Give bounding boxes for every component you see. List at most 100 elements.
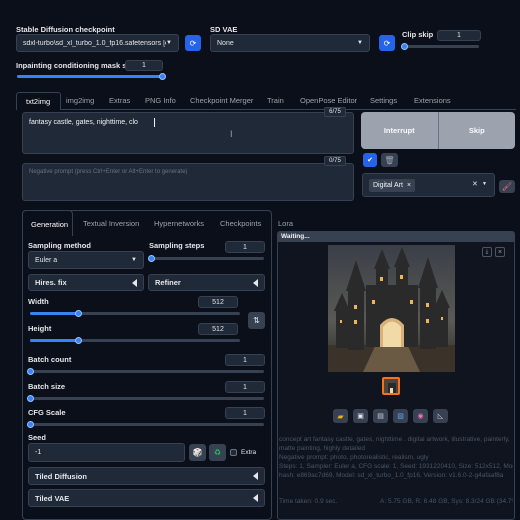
prompt-text: fantasy castle, gates, nighttime, clo xyxy=(29,119,138,126)
tab-png-info[interactable]: PNG Info xyxy=(145,96,176,105)
tab-checkpoint-merger[interactable]: Checkpoint Merger xyxy=(190,96,253,105)
expand-triangle-icon xyxy=(253,494,258,502)
mask-strength-input[interactable]: 1 xyxy=(125,60,163,71)
sampling-method-dropdown[interactable]: Euler a ▼ xyxy=(28,251,144,269)
send-to-extras-button[interactable]: ◺ xyxy=(433,409,448,423)
send-to-img2img-button[interactable]: ▧ xyxy=(393,409,408,423)
chevron-down-icon: ▼ xyxy=(131,257,137,263)
prompt-textarea[interactable]: fantasy castle, gates, nighttime, clo I xyxy=(22,112,354,154)
subtab-hypernetworks[interactable]: Hypernetworks xyxy=(154,219,204,228)
sampling-steps-input[interactable]: 1 xyxy=(225,241,265,253)
height-slider[interactable] xyxy=(30,337,240,344)
extra-checkbox[interactable] xyxy=(230,449,237,456)
info-prompt: concept art fantasy castle, gates, night… xyxy=(279,436,510,452)
tiled-diffusion-section[interactable]: Tiled Diffusion xyxy=(28,467,265,485)
batch-count-slider[interactable] xyxy=(27,368,264,375)
time-taken: Time taken: 0.9 sec. xyxy=(279,498,338,505)
subtab-lora[interactable]: Lora xyxy=(278,219,293,228)
tab-txt2img[interactable]: txt2img xyxy=(16,92,61,110)
tab-extras[interactable]: Extras xyxy=(109,96,130,105)
clip-skip-input[interactable]: 1 xyxy=(437,30,481,41)
tiled-diffusion-label: Tiled Diffusion xyxy=(35,471,87,481)
generated-image[interactable] xyxy=(328,245,455,372)
swap-dimensions-button[interactable]: ⇅ xyxy=(248,312,265,329)
expand-triangle-icon xyxy=(132,278,137,287)
download-icon[interactable]: ⤓ xyxy=(482,247,492,257)
batch-count-input[interactable]: 1 xyxy=(225,354,265,366)
vae-label: SD VAE xyxy=(210,25,238,34)
reuse-seed-button[interactable]: ♻ xyxy=(209,444,226,461)
slider-knob[interactable] xyxy=(401,43,408,50)
send-to-inpaint-button[interactable]: ◉ xyxy=(413,409,428,423)
negative-prompt-textarea[interactable]: Negative prompt (press Ctrl+Enter or Alt… xyxy=(22,163,354,201)
expand-triangle-icon xyxy=(253,472,258,480)
save-icon: ▣ xyxy=(357,413,364,420)
refresh-checkpoint-button[interactable]: ⟳ xyxy=(185,35,201,51)
seed-label: Seed xyxy=(28,433,46,442)
edit-styles-button[interactable]: 🖌 xyxy=(499,180,515,193)
status-text: Waiting... xyxy=(281,233,310,240)
ruler-icon: ◺ xyxy=(437,413,444,420)
height-input[interactable]: 512 xyxy=(198,323,238,335)
open-folder-button[interactable]: ▰ xyxy=(333,409,348,423)
batch-size-slider[interactable] xyxy=(27,395,264,402)
sampling-steps-slider[interactable] xyxy=(148,255,264,262)
cfg-scale-input[interactable]: 1 xyxy=(225,407,265,419)
chevron-down-icon: ▼ xyxy=(166,40,172,46)
cfg-scale-slider[interactable] xyxy=(27,421,264,428)
random-seed-button[interactable]: 🎲 xyxy=(189,444,206,461)
dice-icon: 🎲 xyxy=(192,448,203,457)
extra-label: Extra xyxy=(241,449,257,456)
check-icon: ✔ xyxy=(367,157,373,164)
width-input[interactable]: 512 xyxy=(198,296,238,308)
style-tag-label: Digital Art xyxy=(373,182,403,189)
subtab-checkpoints[interactable]: Checkpoints xyxy=(220,219,261,228)
checkpoint-dropdown[interactable]: sdxl-turbo\sd_xl_turbo_1.0_fp16.safetens… xyxy=(16,34,179,52)
tab-extensions[interactable]: Extensions xyxy=(414,96,451,105)
batch-size-input[interactable]: 1 xyxy=(225,381,265,393)
vae-value: None xyxy=(217,39,234,47)
vram-usage: A: 5.75 GB, R: 6.48 GB, Sys: 8.3/24 GB (… xyxy=(380,498,513,505)
tab-train[interactable]: Train xyxy=(267,96,284,105)
mask-strength-slider[interactable] xyxy=(17,73,166,80)
hires-fix-section[interactable]: Hires. fix xyxy=(28,274,144,291)
subtab-textual-inversion[interactable]: Textual Inversion xyxy=(83,219,139,228)
tab-label: txt2img xyxy=(26,97,51,106)
save-button[interactable]: ▣ xyxy=(353,409,368,423)
slider-knob[interactable] xyxy=(148,255,155,262)
seed-input[interactable]: -1 xyxy=(28,443,185,462)
subtab-generation[interactable]: Generation xyxy=(22,210,73,236)
vae-dropdown[interactable]: None ▼ xyxy=(210,34,370,52)
image-thumbnail[interactable] xyxy=(382,377,400,395)
progress-bar: Waiting... xyxy=(278,232,514,242)
tiled-vae-section[interactable]: Tiled VAE xyxy=(28,489,265,507)
zip-icon: ▤ xyxy=(377,413,384,420)
apply-style-button[interactable]: ✔ xyxy=(363,153,377,167)
paintbrush-icon: 🖌 xyxy=(501,182,513,191)
refiner-section[interactable]: Refiner xyxy=(148,274,265,291)
slider-knob[interactable] xyxy=(27,368,34,375)
clip-skip-slider[interactable] xyxy=(401,43,479,50)
tab-img2img[interactable]: img2img xyxy=(66,96,94,105)
remove-tag-icon[interactable]: × xyxy=(407,182,411,189)
close-icon[interactable]: × xyxy=(495,247,505,257)
interrupt-button[interactable]: Interrupt xyxy=(361,112,439,149)
clear-prompt-button[interactable]: 🗑 xyxy=(381,153,398,167)
slider-knob[interactable] xyxy=(27,395,34,402)
chevron-down-icon: ▼ xyxy=(357,40,363,46)
sampling-method-label: Sampling method xyxy=(28,241,91,250)
slider-knob[interactable] xyxy=(159,73,166,80)
tab-settings[interactable]: Settings xyxy=(370,96,397,105)
generation-info: concept art fantasy castle, gates, night… xyxy=(279,435,513,480)
slider-knob[interactable] xyxy=(27,421,34,428)
skip-button[interactable]: Skip xyxy=(439,112,516,149)
zip-button[interactable]: ▤ xyxy=(373,409,388,423)
refresh-vae-button[interactable]: ⟳ xyxy=(379,35,395,51)
info-steps: Steps: 1, Sampler: Euler a, CFG scale: 1… xyxy=(279,463,513,470)
style-selector[interactable]: Digital Art × ✕ ▼ xyxy=(362,173,495,197)
batch-count-label: Batch count xyxy=(28,355,72,364)
sampling-method-value: Euler a xyxy=(35,256,58,264)
tab-openpose-editor[interactable]: OpenPose Editor xyxy=(300,96,357,105)
clear-style-icon[interactable]: ✕ xyxy=(472,180,478,188)
width-slider[interactable] xyxy=(30,310,240,317)
